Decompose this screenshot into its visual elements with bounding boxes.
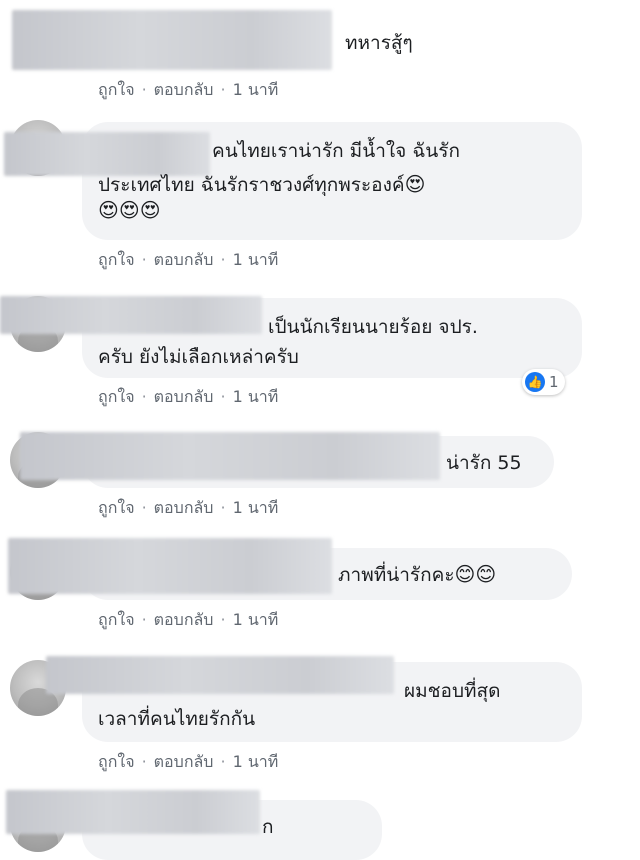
like-icon: 👍 xyxy=(525,372,545,392)
blurred-author-name xyxy=(12,10,332,70)
comment-text-line-2: ประเทศไทย ฉันรักราชวงศ์ทุกพระองค์😍 xyxy=(98,170,425,200)
timestamp[interactable]: 1 นาที xyxy=(233,78,279,103)
separator: · xyxy=(141,387,147,406)
reply-link[interactable]: ตอบกลับ xyxy=(154,385,214,410)
blurred-author-name xyxy=(0,296,262,334)
smile-emoji: 😊😊 xyxy=(454,562,497,586)
blurred-author-name xyxy=(20,432,440,480)
comment-actions: ถูกใจ · ตอบกลับ · 1 นาที xyxy=(98,385,278,410)
comment-text: ประเทศไทย ฉันรักราชวงศ์ทุกพระองค์ xyxy=(98,174,405,196)
comment-text-body: ภาพที่น่ารักคะ xyxy=(338,564,455,586)
separator: · xyxy=(220,752,226,771)
like-link[interactable]: ถูกใจ xyxy=(98,750,135,775)
reaction-count: 1 xyxy=(549,373,559,391)
comment-text: ก xyxy=(262,816,274,838)
reply-link[interactable]: ตอบกลับ xyxy=(154,496,214,521)
separator: · xyxy=(141,80,147,99)
like-link[interactable]: ถูกใจ xyxy=(98,78,135,103)
comment-actions: ถูกใจ · ตอบกลับ · 1 นาที xyxy=(98,750,278,775)
timestamp[interactable]: 1 นาที xyxy=(233,750,279,775)
timestamp[interactable]: 1 นาที xyxy=(233,248,279,273)
blurred-author-name xyxy=(6,790,260,834)
separator: · xyxy=(220,610,226,629)
comment-actions: ถูกใจ · ตอบกลับ · 1 นาที xyxy=(98,248,278,273)
blurred-author-name xyxy=(8,538,332,594)
heart-eyes-emoji: 😍 xyxy=(404,172,426,196)
separator: · xyxy=(141,498,147,517)
separator: · xyxy=(141,250,147,269)
comment-text-line-2: เวลาที่คนไทยรักกัน xyxy=(98,708,256,730)
comment-actions: ถูกใจ · ตอบกลับ · 1 นาที xyxy=(98,78,278,103)
comment-text-line-1: ผมชอบที่สุด xyxy=(404,680,501,702)
separator: · xyxy=(220,498,226,517)
reply-link[interactable]: ตอบกลับ xyxy=(154,78,214,103)
timestamp[interactable]: 1 นาที xyxy=(233,496,279,521)
heart-eyes-emoji-row: 😍😍😍 xyxy=(98,198,161,222)
separator: · xyxy=(220,250,226,269)
timestamp[interactable]: 1 นาที xyxy=(233,385,279,410)
reply-link[interactable]: ตอบกลับ xyxy=(154,608,214,633)
reply-link[interactable]: ตอบกลับ xyxy=(154,750,214,775)
comment-text-line-1: เป็นนักเรียนนายร้อย จปร. xyxy=(268,316,478,338)
like-link[interactable]: ถูกใจ xyxy=(98,496,135,521)
separator: · xyxy=(220,387,226,406)
reply-link[interactable]: ตอบกลับ xyxy=(154,248,214,273)
like-link[interactable]: ถูกใจ xyxy=(98,608,135,633)
separator: · xyxy=(141,610,147,629)
comment-actions: ถูกใจ · ตอบกลับ · 1 นาที xyxy=(98,496,278,521)
separator: · xyxy=(220,80,226,99)
comment-text: น่ารัก 55 xyxy=(446,452,522,474)
reaction-summary[interactable]: 👍 1 xyxy=(522,369,565,395)
like-link[interactable]: ถูกใจ xyxy=(98,248,135,273)
comment-actions: ถูกใจ · ตอบกลับ · 1 นาที xyxy=(98,608,278,633)
comment-text: ทหารสู้ๆ xyxy=(345,32,413,54)
blurred-author-name xyxy=(46,656,394,694)
comment-text: ภาพที่น่ารักคะ😊😊 xyxy=(338,560,496,590)
like-link[interactable]: ถูกใจ xyxy=(98,385,135,410)
comment-text-line-2: ครับ ยังไม่เลือกเหล่าครับ xyxy=(98,346,299,368)
separator: · xyxy=(141,752,147,771)
comment-text-line-1: คนไทยเราน่ารัก มีน้ำใจ ฉันรัก xyxy=(212,140,460,162)
timestamp[interactable]: 1 นาที xyxy=(233,608,279,633)
